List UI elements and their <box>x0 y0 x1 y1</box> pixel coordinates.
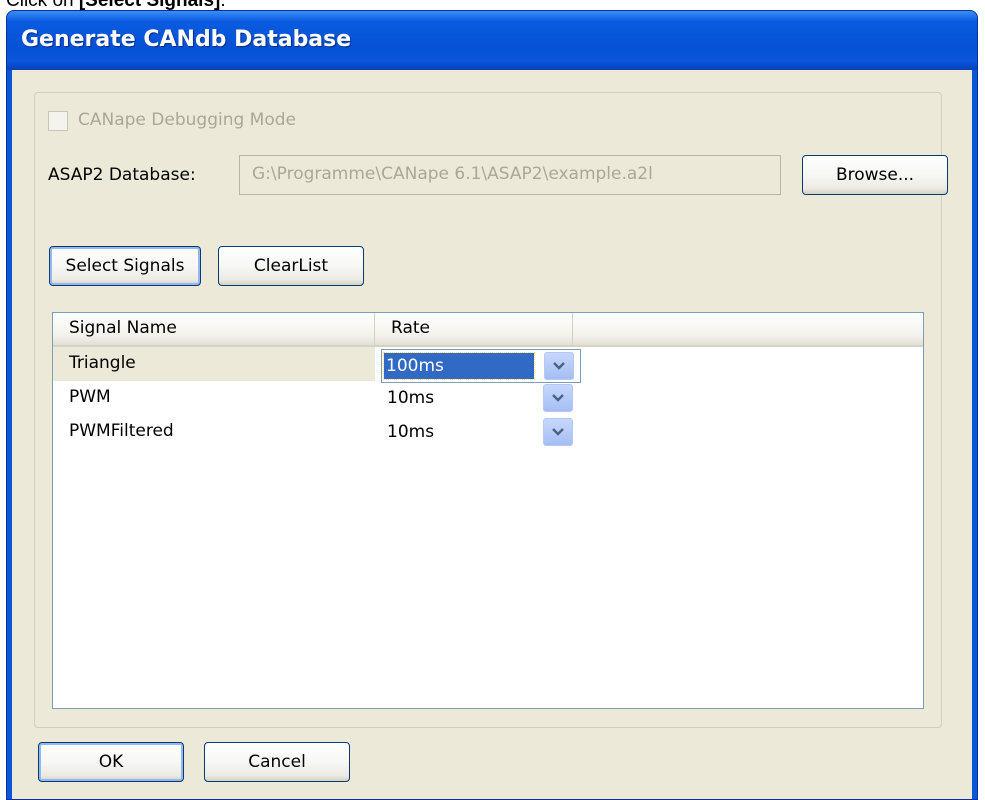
rate-cell[interactable]: 10ms <box>387 381 573 415</box>
debug-mode-checkbox[interactable] <box>48 111 68 131</box>
rate-cell[interactable]: 10ms <box>387 415 573 449</box>
browse-button[interactable]: Browse... <box>802 155 948 195</box>
signal-row-triangle[interactable]: Triangle 100ms <box>53 347 923 383</box>
rate-value: 10ms <box>387 422 435 442</box>
rate-editor-value[interactable]: 100ms <box>383 352 535 380</box>
signal-name-cell: Triangle <box>53 347 375 381</box>
signal-list[interactable]: Signal Name Rate Triangle 100ms PWM 10ms… <box>52 312 924 709</box>
debug-mode-label: CANape Debugging Mode <box>78 110 296 130</box>
ok-button[interactable]: OK <box>38 742 184 782</box>
column-header-signal-name[interactable]: Signal Name <box>53 313 375 345</box>
cancel-button[interactable]: Cancel <box>204 742 350 782</box>
asap2-database-path-field[interactable]: G:\Programme\CANape 6.1\ASAP2\example.a2… <box>239 155 781 195</box>
chevron-down-icon[interactable] <box>543 418 573 446</box>
clear-list-button[interactable]: ClearList <box>218 246 364 286</box>
signal-name-cell: PWMFiltered <box>69 421 174 441</box>
dialog-window: Generate CANdb Database CANape Debugging… <box>6 10 978 800</box>
select-signals-button[interactable]: Select Signals <box>49 246 201 286</box>
window-title: Generate CANdb Database <box>21 27 352 52</box>
asap2-database-label: ASAP2 Database: <box>48 165 196 185</box>
dialog-client-area: CANape Debugging Mode ASAP2 Database: G:… <box>12 70 972 799</box>
signal-name-cell: PWM <box>69 387 111 407</box>
signal-row-pwmfiltered[interactable]: PWMFiltered 10ms <box>53 415 923 449</box>
rate-cell[interactable]: 100ms <box>381 347 581 383</box>
title-bar[interactable]: Generate CANdb Database <box>7 11 977 70</box>
column-header-rate[interactable]: Rate <box>375 313 573 345</box>
signal-row-pwm[interactable]: PWM 10ms <box>53 381 923 415</box>
chevron-down-icon[interactable] <box>544 352 574 380</box>
signal-list-header: Signal Name Rate <box>53 313 923 347</box>
rate-value: 10ms <box>387 388 435 408</box>
rate-editor[interactable]: 100ms <box>381 349 581 383</box>
chevron-down-icon[interactable] <box>543 384 573 412</box>
